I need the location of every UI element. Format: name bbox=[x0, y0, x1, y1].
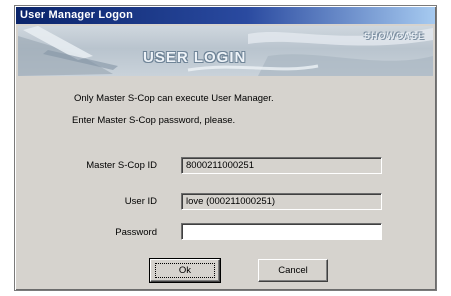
cancel-button[interactable]: Cancel bbox=[258, 259, 328, 282]
banner-title: USER LOGIN bbox=[143, 49, 247, 66]
brand-logo: SHOWCASE bbox=[363, 31, 425, 41]
ok-button[interactable]: Ok bbox=[149, 258, 221, 283]
prompt-message: Enter Master S-Cop password, please. bbox=[72, 115, 236, 126]
window-title: User Manager Logon bbox=[16, 7, 435, 24]
master-id-field: 8000211000251 bbox=[181, 157, 382, 174]
focus-rect bbox=[155, 263, 215, 278]
user-id-label: User ID bbox=[124, 196, 157, 207]
info-message: Only Master S-Cop can execute User Manag… bbox=[74, 93, 274, 104]
password-label: Password bbox=[115, 227, 157, 238]
cancel-button-label: Cancel bbox=[278, 265, 308, 276]
banner-image: SHOWCASE USER LOGIN bbox=[18, 26, 433, 76]
logon-dialog: User Manager Logon SHOWCASE USER LOGIN O… bbox=[14, 5, 437, 291]
user-id-field: love (000211000251) bbox=[181, 193, 382, 210]
password-input[interactable] bbox=[181, 223, 382, 240]
master-id-label: Master S-Cop ID bbox=[86, 160, 157, 171]
